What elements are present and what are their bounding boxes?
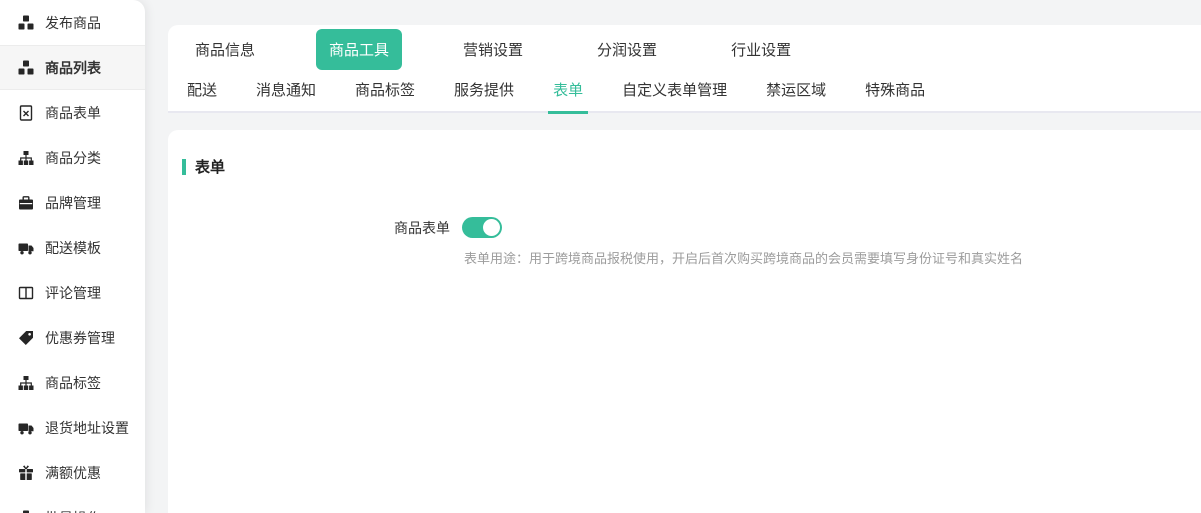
tab-商品信息[interactable]: 商品信息 (182, 29, 268, 70)
settings-tabs-card: 商品信息 商品工具 营销设置 分润设置 行业设置 配送消息通知商品标签服务提供表单自定义… (168, 25, 1201, 113)
section-header: 表单 (182, 156, 1201, 177)
sitemap-icon (18, 375, 34, 391)
sidebar-item-label: 配送模板 (45, 238, 101, 258)
sidebar-item-商品标签[interactable]: 商品标签 (0, 360, 145, 405)
sidebar-item-label: 商品表单 (45, 103, 101, 123)
truck-icon (18, 240, 34, 256)
tab-行业设置[interactable]: 行业设置 (718, 29, 804, 70)
cubes-icon (18, 510, 34, 513)
subtab-配送[interactable]: 配送 (182, 75, 222, 112)
sidebar-item-label: 商品分类 (45, 148, 101, 168)
sidebar-item-商品分类[interactable]: 商品分类 (0, 135, 145, 180)
form-row: 商品表单 (182, 217, 1201, 238)
subtab-禁运区域[interactable]: 禁运区域 (761, 75, 831, 112)
form-help-text: 表单用途：用于跨境商品报税使用，开启后首次购买跨境商品的会员需要填写身份证号和真… (464, 250, 1201, 268)
subtab-特殊商品[interactable]: 特殊商品 (860, 75, 930, 112)
cubes-icon (18, 15, 34, 31)
sidebar-item-优惠券管理[interactable]: 优惠券管理 (0, 315, 145, 360)
product-form-toggle[interactable] (462, 217, 502, 238)
tab-分润设置[interactable]: 分润设置 (584, 29, 670, 70)
subtab-商品标签[interactable]: 商品标签 (350, 75, 420, 112)
tag-icon (18, 330, 34, 346)
columns-icon (18, 285, 34, 301)
sidebar-item-label: 批量操作 (45, 508, 101, 513)
sidebar-item-label: 评论管理 (45, 283, 101, 303)
sidebar-item-label: 发布商品 (45, 13, 101, 33)
sidebar-item-商品列表[interactable]: 商品列表 (0, 45, 145, 90)
sidebar-item-label: 满额优惠 (45, 463, 101, 483)
primary-tabs: 商品信息 商品工具 营销设置 分润设置 行业设置 (168, 25, 1201, 73)
tab-商品工具[interactable]: 商品工具 (316, 29, 402, 70)
sidebar-item-label: 优惠券管理 (45, 328, 115, 348)
toggle-knob-icon (483, 219, 500, 236)
sidebar-item-满额优惠[interactable]: 满额优惠 (0, 450, 145, 495)
product-form-label: 商品表单 (182, 218, 450, 238)
content-card: 表单 商品表单 表单用途：用于跨境商品报税使用，开启后首次购买跨境商品的会员需要… (168, 130, 1201, 513)
subtab-自定义表单管理[interactable]: 自定义表单管理 (617, 75, 732, 112)
secondary-tabs: 配送消息通知商品标签服务提供表单自定义表单管理禁运区域特殊商品 (168, 75, 1201, 113)
briefcase-icon (18, 195, 34, 211)
sidebar-item-商品表单[interactable]: 商品表单 (0, 90, 145, 135)
section-accent-bar (182, 159, 186, 175)
sidebar-item-配送模板[interactable]: 配送模板 (0, 225, 145, 270)
sidebar-menu: 发布商品商品列表商品表单商品分类品牌管理配送模板评论管理优惠券管理商品标签退货地… (0, 0, 145, 513)
sidebar-item-label: 品牌管理 (45, 193, 101, 213)
truck-icon (18, 420, 34, 436)
sidebar: 发布商品商品列表商品表单商品分类品牌管理配送模板评论管理优惠券管理商品标签退货地… (0, 0, 145, 513)
section-title: 表单 (195, 156, 225, 177)
subtab-消息通知[interactable]: 消息通知 (251, 75, 321, 112)
sidebar-item-批量操作[interactable]: 批量操作 (0, 495, 145, 513)
tab-营销设置[interactable]: 营销设置 (450, 29, 536, 70)
gift-icon (18, 465, 34, 481)
subtab-表单[interactable]: 表单 (548, 75, 588, 112)
sidebar-item-评论管理[interactable]: 评论管理 (0, 270, 145, 315)
cubes-icon (18, 60, 34, 76)
sidebar-item-品牌管理[interactable]: 品牌管理 (0, 180, 145, 225)
sidebar-item-发布商品[interactable]: 发布商品 (0, 0, 145, 45)
sidebar-item-label: 退货地址设置 (45, 418, 129, 438)
file-excel-icon (18, 105, 34, 121)
subtab-服务提供[interactable]: 服务提供 (449, 75, 519, 112)
sidebar-item-label: 商品列表 (45, 58, 101, 78)
sidebar-item-退货地址设置[interactable]: 退货地址设置 (0, 405, 145, 450)
sidebar-item-label: 商品标签 (45, 373, 101, 393)
sitemap-icon (18, 150, 34, 166)
